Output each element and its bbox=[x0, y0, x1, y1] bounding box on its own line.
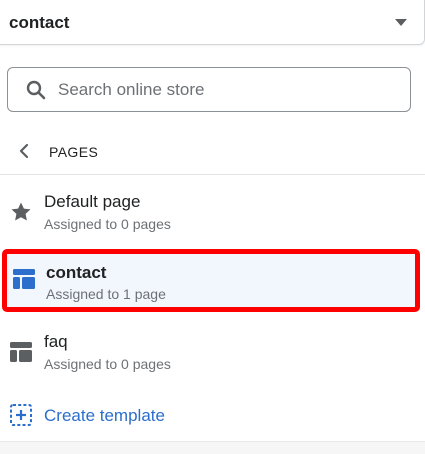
template-select-value: contact bbox=[9, 13, 70, 32]
template-item-contact[interactable]: contact Assigned to 1 page bbox=[2, 249, 420, 312]
template-assignment: Assigned to 0 pages bbox=[44, 356, 171, 372]
template-item-default-page[interactable]: Default page Assigned to 0 pages bbox=[0, 186, 425, 246]
chevron-left-icon bbox=[19, 143, 29, 159]
search-icon bbox=[26, 80, 46, 100]
caret-down-icon bbox=[395, 19, 407, 26]
search-input[interactable] bbox=[58, 76, 398, 104]
layout-icon bbox=[13, 269, 35, 289]
template-title: faq bbox=[44, 332, 68, 351]
template-title: contact bbox=[46, 263, 107, 282]
layout-icon bbox=[10, 342, 32, 362]
back-to-pages[interactable]: PAGES bbox=[0, 133, 425, 175]
star-icon bbox=[11, 202, 31, 221]
template-title: Default page bbox=[44, 192, 141, 211]
back-label: PAGES bbox=[49, 144, 99, 160]
template-select[interactable]: contact bbox=[0, 0, 425, 45]
create-template-button[interactable]: Create template bbox=[0, 396, 425, 436]
panel-footer bbox=[0, 441, 425, 454]
search-box[interactable] bbox=[7, 67, 411, 112]
add-template-icon bbox=[10, 404, 32, 426]
template-item-faq[interactable]: faq Assigned to 0 pages bbox=[0, 326, 425, 386]
template-picker-panel: contact PAGES Default page Assigned to 0… bbox=[0, 0, 425, 454]
template-assignment: Assigned to 0 pages bbox=[44, 216, 171, 232]
template-assignment: Assigned to 1 page bbox=[46, 286, 166, 302]
create-template-label: Create template bbox=[44, 406, 165, 425]
